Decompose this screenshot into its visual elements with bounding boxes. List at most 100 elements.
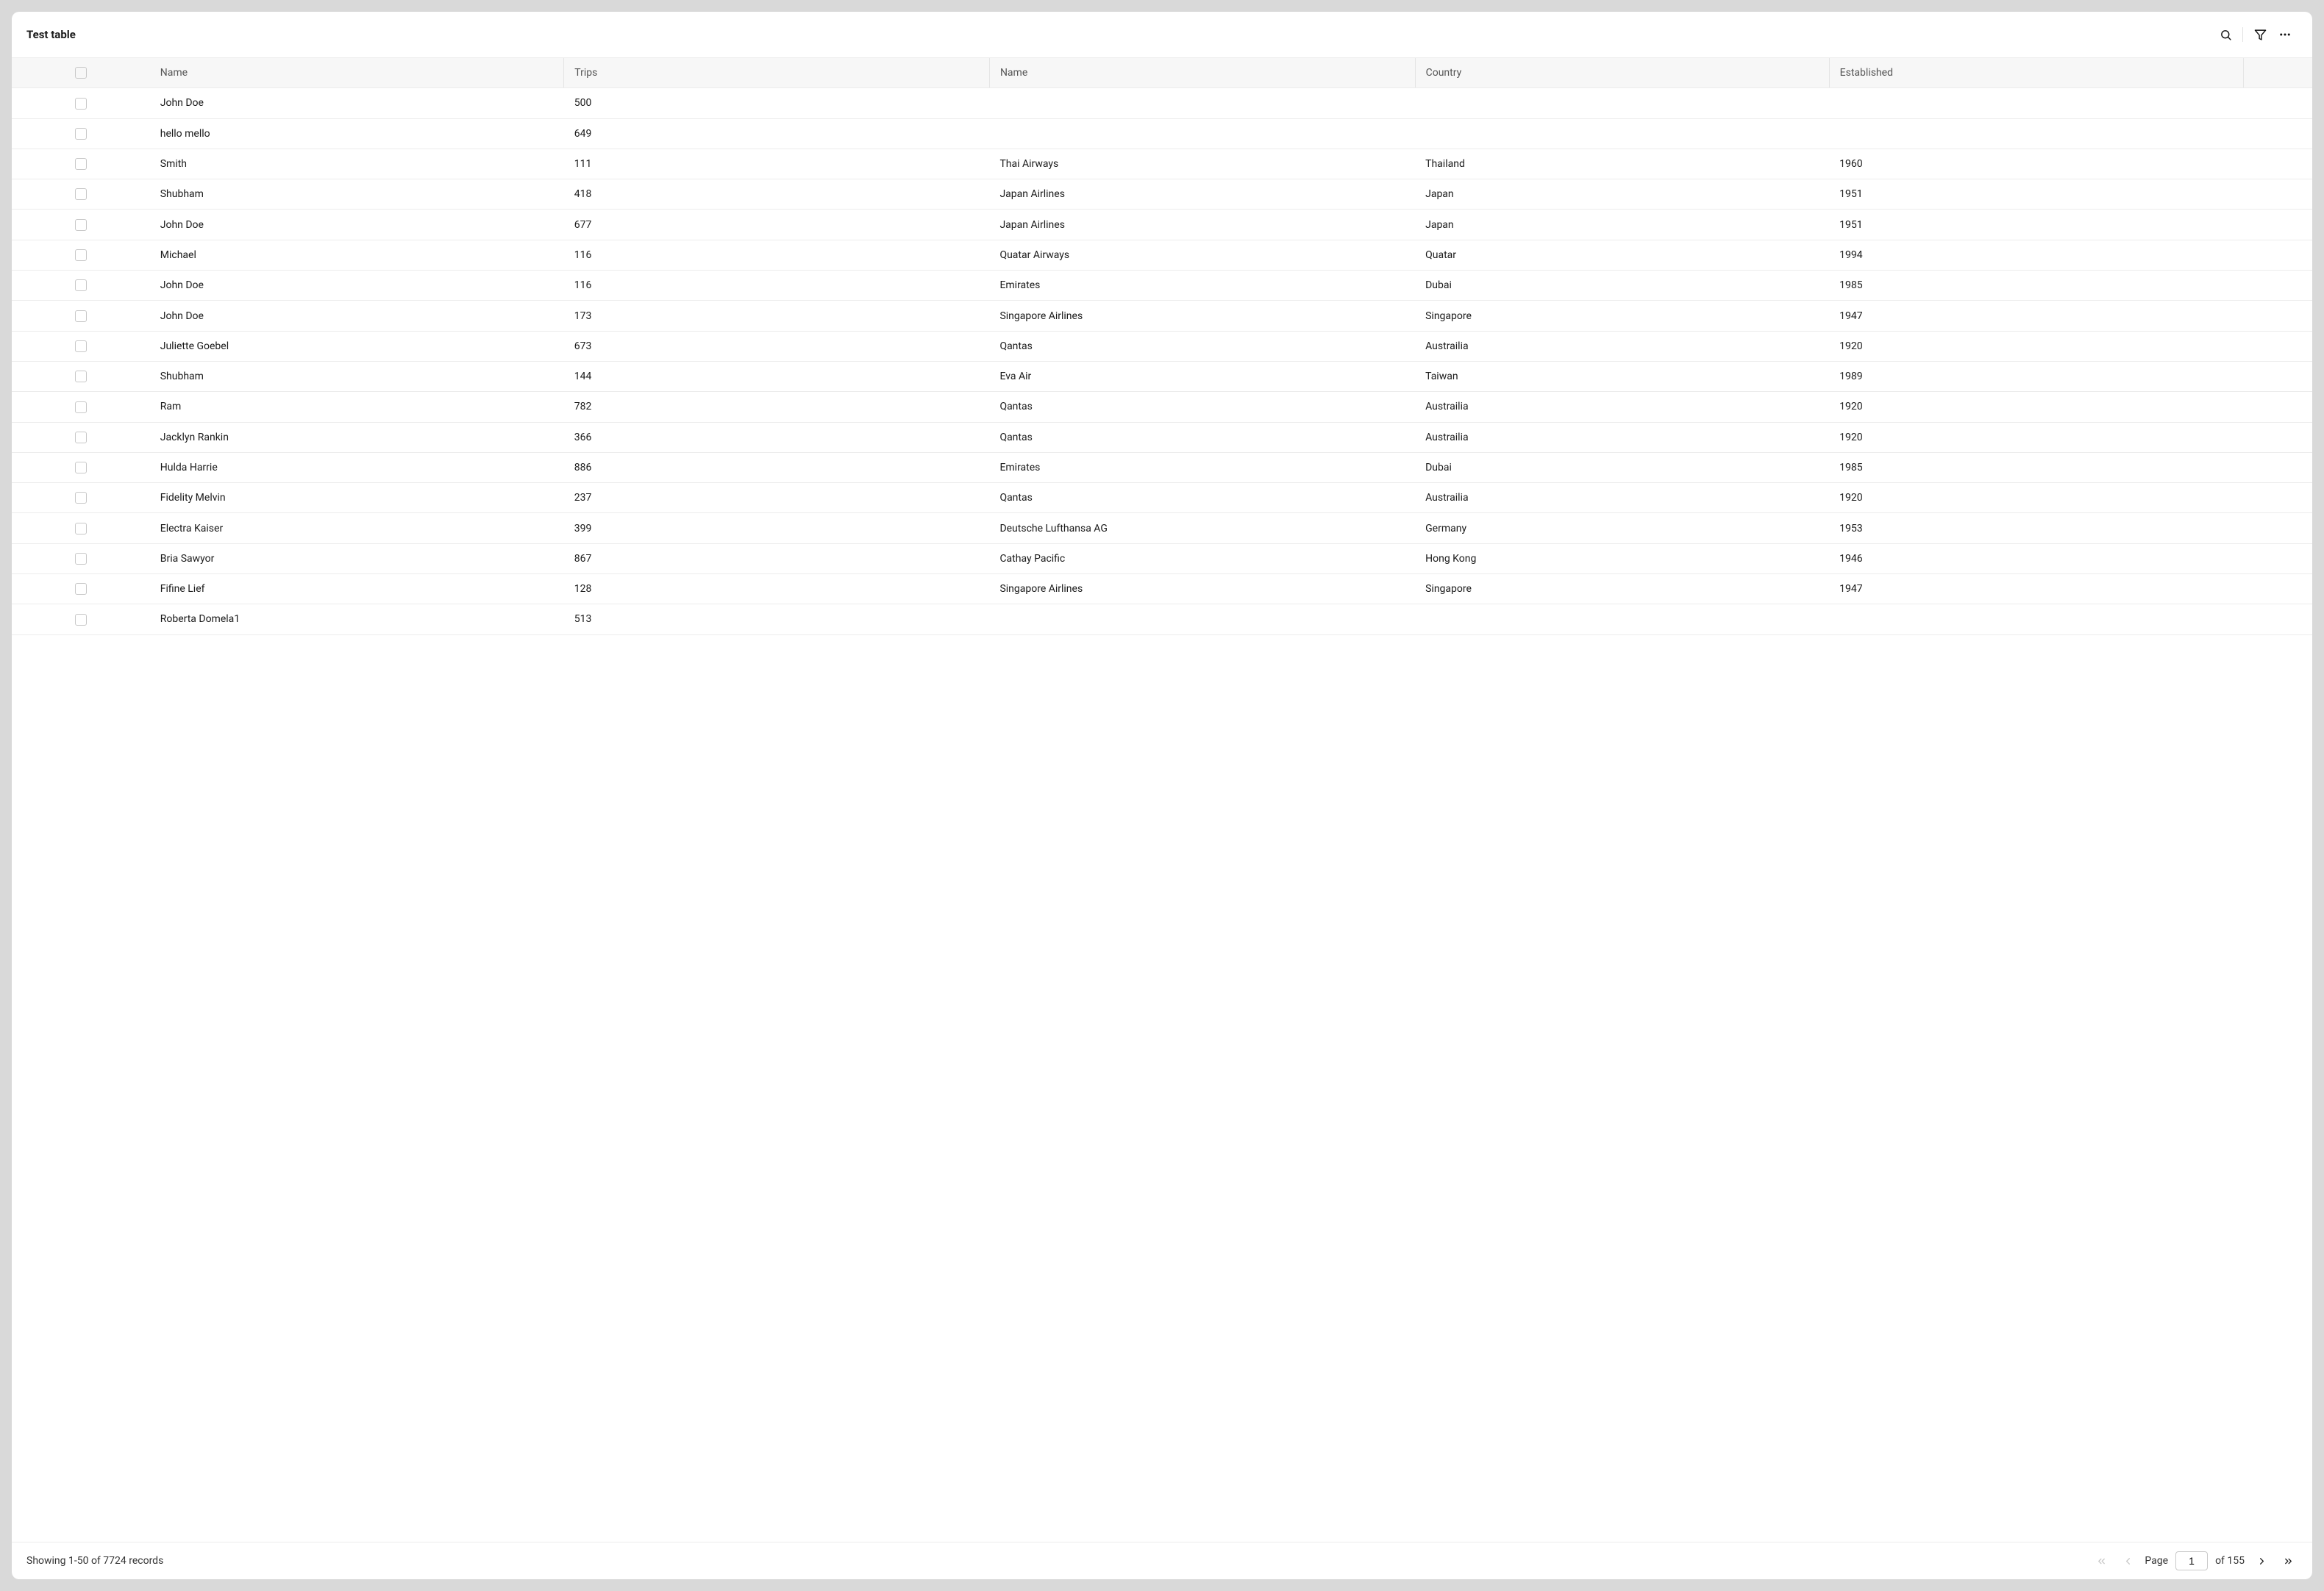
cell-airline (989, 88, 1415, 118)
cell-trips: 116 (564, 240, 990, 270)
page-input[interactable] (2175, 1551, 2208, 1570)
cell-airline: Eva Air (989, 361, 1415, 391)
cell-established: 1960 (1829, 149, 2243, 179)
row-checkbox[interactable] (75, 340, 87, 352)
row-checkbox[interactable] (75, 188, 87, 200)
cell-country: Dubai (1415, 452, 1829, 482)
row-checkbox[interactable] (75, 249, 87, 261)
row-checkbox[interactable] (75, 158, 87, 170)
table-row: Ram782QantasAustrailia1920 (12, 392, 2312, 422)
row-checkbox[interactable] (75, 219, 87, 231)
table-row: Smith111Thai AirwaysThailand1960 (12, 149, 2312, 179)
row-checkbox[interactable] (75, 462, 87, 473)
table-row: Fidelity Melvin237QantasAustrailia1920 (12, 483, 2312, 513)
more-button[interactable] (2273, 22, 2298, 47)
cell-name: John Doe (150, 301, 564, 331)
row-checkbox-cell (12, 543, 150, 573)
cell-name: Electra Kaiser (150, 513, 564, 543)
cell-spacer (2243, 88, 2312, 118)
cell-country: Germany (1415, 513, 1829, 543)
column-header-trips[interactable]: Trips (564, 58, 990, 88)
header-actions (2213, 22, 2298, 47)
row-checkbox[interactable] (75, 553, 87, 565)
row-checkbox[interactable] (75, 614, 87, 626)
row-checkbox[interactable] (75, 492, 87, 504)
row-checkbox-cell (12, 301, 150, 331)
prev-page-button[interactable] (2118, 1551, 2137, 1570)
row-checkbox[interactable] (75, 523, 87, 534)
cell-spacer (2243, 543, 2312, 573)
cell-name: Michael (150, 240, 564, 270)
cell-name: Fifine Lief (150, 574, 564, 604)
row-checkbox-cell (12, 361, 150, 391)
cell-airline: Emirates (989, 271, 1415, 301)
row-checkbox[interactable] (75, 310, 87, 322)
first-page-button[interactable] (2092, 1551, 2111, 1570)
cell-trips: 366 (564, 422, 990, 452)
row-checkbox-cell (12, 331, 150, 361)
cell-established: 1920 (1829, 392, 2243, 422)
column-header-established[interactable]: Established (1829, 58, 2243, 88)
cell-trips: 116 (564, 271, 990, 301)
cell-country: Thailand (1415, 149, 1829, 179)
search-button[interactable] (2213, 22, 2238, 47)
cell-spacer (2243, 331, 2312, 361)
cell-airline: Thai Airways (989, 149, 1415, 179)
cell-country: Austrailia (1415, 422, 1829, 452)
cell-airline: Japan Airlines (989, 179, 1415, 210)
cell-country: Hong Kong (1415, 543, 1829, 573)
cell-established: 1920 (1829, 483, 2243, 513)
column-header-spacer (2243, 58, 2312, 88)
cell-name: John Doe (150, 88, 564, 118)
row-checkbox[interactable] (75, 98, 87, 110)
chevron-left-icon (2122, 1556, 2134, 1567)
row-checkbox[interactable] (75, 583, 87, 595)
table-row: Michael116Quatar AirwaysQuatar1994 (12, 240, 2312, 270)
row-checkbox[interactable] (75, 128, 87, 140)
row-checkbox[interactable] (75, 279, 87, 291)
select-all-checkbox[interactable] (75, 67, 87, 79)
column-header-name[interactable]: Name (150, 58, 564, 88)
cell-trips: 886 (564, 452, 990, 482)
cell-airline: Singapore Airlines (989, 574, 1415, 604)
cell-spacer (2243, 301, 2312, 331)
row-checkbox[interactable] (75, 371, 87, 382)
cell-trips: 782 (564, 392, 990, 422)
cell-airline (989, 118, 1415, 149)
cell-name: Roberta Domela1 (150, 604, 564, 634)
cell-name: Jacklyn Rankin (150, 422, 564, 452)
row-checkbox-cell (12, 149, 150, 179)
row-checkbox-cell (12, 179, 150, 210)
next-page-button[interactable] (2252, 1551, 2271, 1570)
cell-spacer (2243, 210, 2312, 240)
cell-country: Japan (1415, 179, 1829, 210)
row-checkbox[interactable] (75, 401, 87, 413)
cell-country: Austrailia (1415, 483, 1829, 513)
column-header-country[interactable]: Country (1415, 58, 1829, 88)
filter-button[interactable] (2248, 22, 2273, 47)
cell-spacer (2243, 240, 2312, 270)
row-checkbox[interactable] (75, 432, 87, 443)
header-checkbox-cell (12, 58, 150, 88)
filter-icon (2254, 29, 2267, 41)
table-body: John Doe500hello mello649Smith111Thai Ai… (12, 88, 2312, 634)
last-page-button[interactable] (2278, 1551, 2298, 1570)
cell-country: Austrailia (1415, 392, 1829, 422)
chevrons-right-icon (2283, 1556, 2294, 1567)
cell-established (1829, 88, 2243, 118)
cell-country: Austrailia (1415, 331, 1829, 361)
chevron-right-icon (2256, 1556, 2267, 1567)
column-header-airline[interactable]: Name (989, 58, 1415, 88)
cell-country: Quatar (1415, 240, 1829, 270)
table-row: Shubham418Japan AirlinesJapan1951 (12, 179, 2312, 210)
table-scroll[interactable]: Name Trips Name Country Established John… (12, 57, 2312, 1542)
row-checkbox-cell (12, 452, 150, 482)
cell-name: John Doe (150, 271, 564, 301)
table-card: Test table Name (12, 12, 2312, 1579)
data-table: Name Trips Name Country Established John… (12, 57, 2312, 635)
cell-spacer (2243, 574, 2312, 604)
cell-airline: Emirates (989, 452, 1415, 482)
cell-established: 1989 (1829, 361, 2243, 391)
cell-country (1415, 88, 1829, 118)
table-row: Roberta Domela1513 (12, 604, 2312, 634)
